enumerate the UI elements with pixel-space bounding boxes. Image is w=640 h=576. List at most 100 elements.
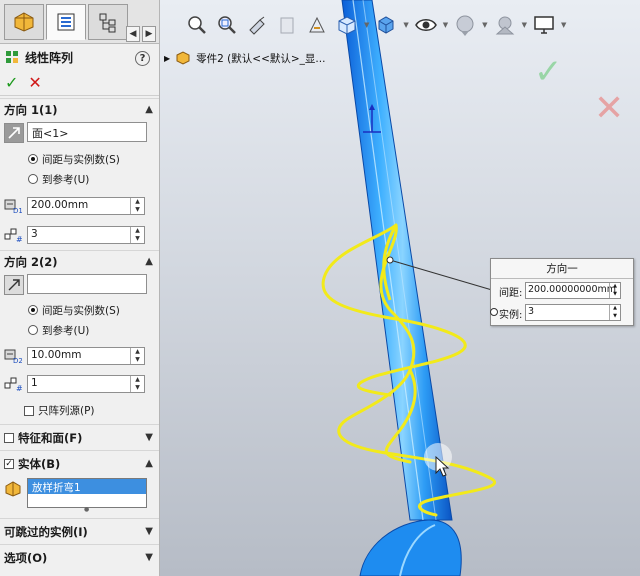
spinner-icon[interactable]: ▲ ▼ [130, 227, 144, 243]
cancel-button[interactable]: ✕ [28, 73, 41, 92]
bodies-list[interactable]: 放样折弯1 [27, 478, 147, 508]
zoom-area-button[interactable] [212, 10, 242, 40]
tab-configuration-manager[interactable] [88, 4, 128, 40]
confirm-cancel-icon[interactable]: ✕ [594, 88, 624, 129]
direction1-header[interactable]: 方向 1(1) ▲ [0, 98, 159, 120]
direction2-spacing-radio[interactable]: 间距与实例数(S) [28, 301, 120, 319]
svg-text:#: # [16, 384, 22, 392]
manager-tabs: ◀ ▶ [0, 0, 159, 44]
zoom-fit-icon [188, 16, 206, 34]
collapse-icon[interactable]: ▲ [145, 256, 153, 267]
tabs-scroll-right-icon[interactable]: ▶ [142, 26, 156, 42]
previous-view-button[interactable] [242, 10, 272, 40]
hide-show-items-button[interactable] [411, 10, 441, 40]
dropdown-arrow-icon[interactable]: ▼ [364, 21, 369, 29]
callout-spacing-input[interactable]: 200.00000000mm ▲ ▼ [525, 282, 621, 299]
heads-up-toolbar: ▼ ▼ ▼ ▼ ▼ ▼ [182, 10, 568, 40]
apply-scene-button[interactable] [490, 10, 520, 40]
direction2-instances-input[interactable]: 1 ▲ ▼ [27, 375, 145, 393]
expand-icon[interactable]: ▼ [145, 552, 153, 563]
radio-selected-icon [28, 305, 38, 315]
direction1-instances-row: # 3 ▲▼ [0, 220, 159, 250]
reverse-direction-icon[interactable] [4, 275, 24, 295]
spinner-icon[interactable]: ▲ ▼ [609, 305, 620, 320]
eye-icon [414, 19, 437, 31]
dropdown-arrow-icon[interactable]: ▼ [482, 21, 487, 29]
options-header[interactable]: 选项(O) ▼ [0, 544, 159, 570]
direction2-radio-row-2: 到参考(U) [0, 320, 159, 342]
direction2-selection-field[interactable] [27, 274, 147, 294]
direction1-spacing-row: D1 200.00mm ▲ ▼ [0, 192, 159, 220]
zoom-area-icon [218, 16, 236, 34]
bodies-list-row: 放样折弯1 ● [0, 476, 159, 514]
collapse-icon[interactable]: ▲ [145, 458, 153, 469]
spinner-icon[interactable]: ▲ ▼ [609, 283, 620, 298]
resize-handle-icon[interactable]: ● [84, 506, 89, 513]
direction1-instances-input[interactable]: 3 ▲ ▼ [27, 226, 145, 244]
ok-button[interactable]: ✓ [5, 73, 18, 92]
display-style-button[interactable] [371, 10, 401, 40]
direction1-selection-field[interactable]: 面<1> [27, 122, 147, 142]
tab-property-manager[interactable] [46, 4, 86, 40]
direction2-header[interactable]: 方向 2(2) ▲ [0, 250, 159, 272]
confirm-ok-icon[interactable]: ✓ [534, 52, 563, 92]
dropdown-arrow-icon[interactable]: ▼ [561, 21, 566, 29]
callout-instances-row: 实例: 3 ▲ ▼ [491, 301, 633, 323]
instances-value: 3 [31, 228, 38, 240]
direction1-spacing-input[interactable]: 200.00mm ▲ ▼ [27, 197, 145, 215]
tab-feature-manager[interactable] [4, 4, 44, 40]
pattern-seed-row: 只阵列源(P) [0, 396, 159, 424]
collapse-icon[interactable]: ▲ [145, 104, 153, 115]
dynamic-annotation-button[interactable] [302, 10, 332, 40]
bodies-title: ✓ 实体(B) [4, 456, 60, 472]
configuration-manager-icon [99, 13, 116, 33]
pattern-seed-only-checkbox[interactable]: 只阵列源(P) [24, 403, 95, 418]
property-manager: ◀ ▶ 线性阵列 ? ✓ ✕ 方向 1(1) ▲ 面<1> 间距与实例数(S) … [0, 0, 160, 576]
spinner-icon[interactable]: ▲ ▼ [130, 348, 144, 364]
skip-instances-header[interactable]: 可跳过的实例(I) ▼ [0, 518, 159, 544]
feature-manager-icon [14, 12, 34, 32]
checkbox-icon[interactable] [4, 432, 14, 443]
callout-instances-label: 实例: [499, 310, 523, 321]
graphics-viewport[interactable]: ▼ ▼ ▼ ▼ ▼ ▼ ▶ 零件2 (默认<<默认>_显... ✓ ✕ 方向一 [160, 0, 640, 576]
direction2-spacing-input[interactable]: 10.00mm ▲ ▼ [27, 347, 145, 365]
edit-appearance-button[interactable] [450, 10, 480, 40]
section-view-button[interactable] [272, 10, 302, 40]
expand-icon[interactable]: ▼ [145, 432, 153, 443]
direction1-reference-radio[interactable]: 到参考(U) [28, 170, 89, 188]
features-faces-header[interactable]: 特征和面(F) ▼ [0, 424, 159, 450]
spinner-icon[interactable]: ▲ ▼ [130, 198, 144, 214]
dropdown-arrow-icon[interactable]: ▼ [443, 21, 448, 29]
direction1-radio-row-2: 到参考(U) [0, 170, 159, 192]
spacing-value: 10.00mm [31, 349, 82, 361]
dropdown-arrow-icon[interactable]: ▼ [522, 21, 527, 29]
spacing-icon: D2 [4, 349, 22, 364]
direction2-title: 方向 2(2) [4, 254, 58, 269]
bodies-list-item[interactable]: 放样折弯1 [28, 479, 146, 494]
callout-spacing-row: 间距: 200.00000000mm ▲ ▼ [490, 279, 633, 316]
dropdown-arrow-icon[interactable]: ▼ [403, 21, 408, 29]
callout-instances-input[interactable]: 3 ▲ ▼ [525, 304, 621, 321]
direction2-spacing-row: D2 10.00mm ▲ ▼ [0, 342, 159, 370]
view-settings-button[interactable] [529, 10, 559, 40]
direction2-instances-row: # 1 ▲▼ [0, 370, 159, 396]
tabs-scroll-left-icon[interactable]: ◀ [126, 26, 140, 42]
instances-value: 1 [31, 377, 38, 389]
direction1-title: 方向 1(1) [4, 102, 58, 117]
bodies-header[interactable]: ✓ 实体(B) ▲ [0, 450, 159, 476]
spinner-icon[interactable]: ▲ ▼ [130, 376, 144, 392]
zoom-to-fit-button[interactable] [182, 10, 212, 40]
spacing-value: 200.00mm [31, 199, 89, 211]
direction2-reference-radio[interactable]: 到参考(U) [28, 321, 89, 339]
section-label: 可跳过的实例(I) [4, 524, 88, 539]
direction1-spacing-radio[interactable]: 间距与实例数(S) [28, 150, 120, 168]
flyout-feature-tree[interactable]: ▶ 零件2 (默认<<默认>_显... [164, 50, 325, 66]
reverse-direction-icon[interactable] [4, 123, 24, 143]
view-orientation-button[interactable] [332, 10, 362, 40]
radio-unselected-icon [28, 174, 38, 184]
expand-arrow-icon[interactable]: ▶ [164, 54, 170, 63]
checkbox-checked-icon[interactable]: ✓ [4, 458, 14, 469]
checkbox-icon [24, 405, 34, 416]
help-icon[interactable]: ? [135, 51, 150, 66]
expand-icon[interactable]: ▼ [145, 526, 153, 537]
